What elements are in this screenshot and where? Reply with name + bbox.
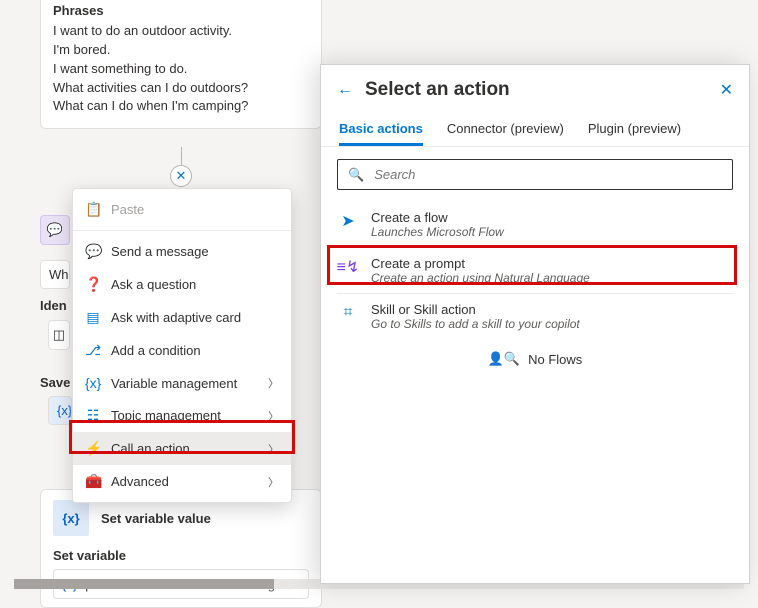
card-icon: ▤ xyxy=(85,309,101,326)
ctx-add-condition[interactable]: ⎇ Add a condition xyxy=(73,334,291,367)
ctx-label: Ask with adaptive card xyxy=(111,310,241,325)
bolt-icon: ⚡ xyxy=(85,440,101,457)
set-variable-title: Set variable value xyxy=(101,511,211,526)
phrase-item: What activities can I do outdoors? xyxy=(53,79,309,98)
partial-label: Wh xyxy=(40,260,70,289)
action-desc: Go to Skills to add a skill to your copi… xyxy=(371,317,733,331)
chevron-right-icon: 〉 xyxy=(268,441,279,457)
ctx-label: Ask a question xyxy=(111,277,196,292)
panel-tabs: Basic actions Connector (preview) Plugin… xyxy=(321,109,749,146)
ctx-call-action[interactable]: ⚡ Call an action 〉 xyxy=(73,432,291,465)
search-icon: 🔍 xyxy=(348,167,364,183)
phrase-item: I want to do an outdoor activity. xyxy=(53,22,309,41)
action-create-flow[interactable]: ➤ Create a flow Launches Microsoft Flow xyxy=(321,202,749,247)
phrase-item: I want something to do. xyxy=(53,60,309,79)
search-input-wrap[interactable]: 🔍 xyxy=(337,159,733,190)
close-button[interactable]: ✕ xyxy=(720,80,733,100)
phrase-item: I'm bored. xyxy=(53,41,309,60)
toolbox-icon: 🧰 xyxy=(85,473,101,490)
branch-icon: ⎇ xyxy=(85,342,101,359)
ctx-paste: 📋 Paste xyxy=(73,193,291,226)
action-create-prompt[interactable]: ≡↯ Create a prompt Create an action usin… xyxy=(321,248,749,293)
action-title: Skill or Skill action xyxy=(371,302,733,317)
partial-label: Iden xyxy=(40,298,70,313)
chat-icon: 💬 xyxy=(85,243,101,260)
paste-icon: 📋 xyxy=(85,201,101,218)
chevron-right-icon: 〉 xyxy=(268,375,279,391)
ctx-send-message[interactable]: 💬 Send a message xyxy=(73,235,291,268)
ctx-label: Send a message xyxy=(111,244,209,259)
ctx-ask-question[interactable]: ❓ Ask a question xyxy=(73,268,291,301)
set-variable-card: {x} Set variable value Set variable {x} … xyxy=(40,489,322,608)
tab-connector[interactable]: Connector (preview) xyxy=(447,115,564,146)
ctx-topic-mgmt[interactable]: ☷ Topic management 〉 xyxy=(73,399,291,432)
skill-icon: ⌗ xyxy=(337,302,359,324)
ctx-sep xyxy=(73,230,291,231)
phrases-title: Phrases xyxy=(53,3,309,18)
variable-icon: {x} xyxy=(85,375,101,391)
variable-token: {x} xyxy=(48,396,72,425)
action-list: ➤ Create a flow Launches Microsoft Flow … xyxy=(321,202,749,379)
tab-underline xyxy=(321,146,749,147)
action-skill[interactable]: ⌗ Skill or Skill action Go to Skills to … xyxy=(321,294,749,339)
phrase-item: What can I do when I'm camping? xyxy=(53,97,309,116)
ctx-advanced[interactable]: 🧰 Advanced 〉 xyxy=(73,465,291,498)
ctx-label: Advanced xyxy=(111,474,169,489)
entity-icon: ◫ xyxy=(48,320,70,350)
tab-basic-actions[interactable]: Basic actions xyxy=(339,115,423,146)
person-search-icon: 👤🔍 xyxy=(488,351,520,367)
ctx-label: Topic management xyxy=(111,408,221,423)
chat-icon: 💬 xyxy=(47,222,63,238)
message-node-icon: 💬 xyxy=(40,215,70,245)
action-desc: Launches Microsoft Flow xyxy=(371,225,733,239)
select-action-panel: ← Select an action ✕ Basic actions Conne… xyxy=(320,64,750,584)
back-button[interactable]: ← xyxy=(337,81,353,99)
ctx-variable-mgmt[interactable]: {x} Variable management 〉 xyxy=(73,367,291,399)
prompt-icon: ≡↯ xyxy=(337,256,359,278)
tab-plugin[interactable]: Plugin (preview) xyxy=(588,115,681,146)
ctx-label: Variable management xyxy=(111,376,237,391)
panel-title: Select an action xyxy=(365,79,510,101)
action-title: Create a prompt xyxy=(371,256,733,271)
action-desc: Create an action using Natural Language xyxy=(371,271,733,285)
phrases-list: I want to do an outdoor activity. I'm bo… xyxy=(53,22,309,116)
phrases-card: Phrases I want to do an outdoor activity… xyxy=(40,0,322,129)
set-variable-label: Set variable xyxy=(53,548,309,563)
topic-icon: ☷ xyxy=(85,407,101,424)
partial-label: Save xyxy=(40,375,72,390)
chevron-right-icon: 〉 xyxy=(268,474,279,490)
no-flows-label: No Flows xyxy=(528,352,582,367)
scrollbar-thumb[interactable] xyxy=(14,579,274,589)
ctx-ask-adaptive[interactable]: ▤ Ask with adaptive card xyxy=(73,301,291,334)
chevron-right-icon: 〉 xyxy=(268,408,279,424)
add-node-button[interactable]: ✕ xyxy=(170,165,192,187)
variable-node-icon: {x} xyxy=(53,500,89,536)
ctx-label: Call an action xyxy=(111,441,190,456)
node-connector xyxy=(181,147,182,165)
search-input[interactable] xyxy=(372,166,722,183)
context-menu: 📋 Paste 💬 Send a message ❓ Ask a questio… xyxy=(72,188,292,503)
question-icon: ❓ xyxy=(85,276,101,293)
ctx-label: Add a condition xyxy=(111,343,201,358)
flow-icon: ➤ xyxy=(337,210,359,232)
ctx-label: Paste xyxy=(111,202,144,217)
no-flows-msg: 👤🔍 No Flows xyxy=(321,339,749,371)
action-title: Create a flow xyxy=(371,210,733,225)
